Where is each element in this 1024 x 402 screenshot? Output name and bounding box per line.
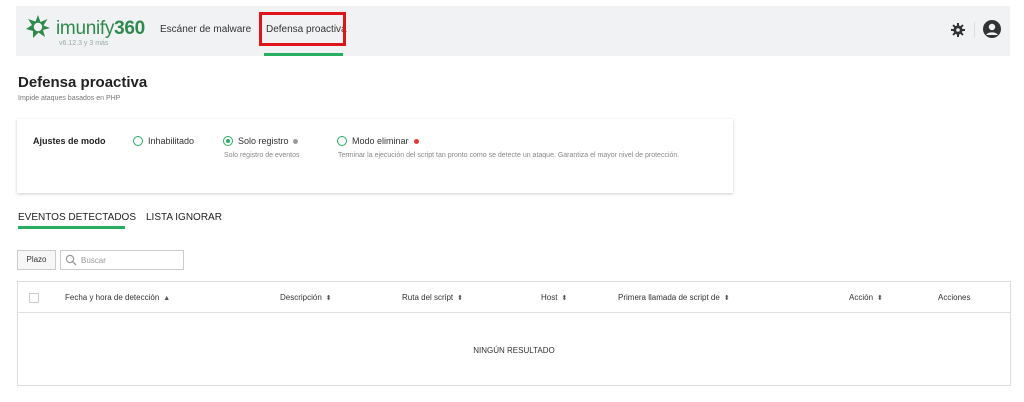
gear-icon[interactable] [951, 23, 965, 37]
status-dot-red [414, 139, 419, 144]
period-button[interactable]: Plazo [17, 250, 56, 270]
option-log-only-label[interactable]: Solo registro [238, 136, 289, 146]
nav-active-indicator [264, 53, 343, 56]
status-dot-grey [293, 139, 298, 144]
search-input[interactable]: Buscar [60, 250, 184, 270]
search-placeholder: Buscar [81, 256, 106, 265]
column-action[interactable]: Acción ⬍ [849, 293, 883, 302]
top-header: imunify360 v6.12.3 y 3 más Escáner de ma… [16, 6, 1010, 56]
option-kill-mode-description: Terminar la ejecución del script tan pro… [338, 152, 680, 159]
option-kill-mode-label[interactable]: Modo eliminar [352, 136, 409, 146]
events-table: Fecha y hora de detección ▲ Descripción ⬍ … [17, 281, 1011, 386]
header-divider [974, 22, 975, 38]
tab-active-indicator [18, 226, 125, 229]
brand-name: imunify360 [56, 18, 145, 39]
column-host[interactable]: Host ⬍ [541, 293, 567, 302]
highlight-annotation [259, 12, 346, 46]
nav-malware-scanner[interactable]: Escáner de malware [160, 24, 251, 35]
column-description[interactable]: Descripción ⬍ [280, 293, 332, 302]
tab-ignore-list[interactable]: LISTA IGNORAR [146, 212, 222, 223]
radio-disabled[interactable] [133, 136, 143, 146]
select-all-checkbox[interactable] [29, 293, 39, 303]
mode-settings-card: Ajustes de modo Inhabilitado Solo regist… [17, 119, 733, 193]
option-log-only-description: Solo registro de eventos [224, 152, 300, 159]
empty-state-text: NINGÚN RESULTADO [473, 346, 555, 355]
sort-icon: ⬍ [457, 295, 464, 302]
search-icon [65, 254, 77, 266]
radio-log-only[interactable] [223, 136, 233, 146]
version-text: v6.12.3 y 3 más [59, 40, 109, 47]
column-first-script-call[interactable]: Primera llamada de script de ⬍ [618, 293, 730, 302]
radio-kill-mode[interactable] [337, 136, 347, 146]
column-script-path[interactable]: Ruta del script ⬍ [402, 293, 463, 302]
page-title: Defensa proactiva [18, 74, 148, 91]
sort-asc-icon: ▲ [163, 295, 171, 302]
sort-icon: ⬍ [561, 295, 568, 302]
imunify-logo-icon [26, 15, 50, 38]
user-avatar-icon[interactable] [983, 20, 1001, 38]
mode-settings-label: Ajustes de modo [33, 136, 106, 146]
tab-detected-events[interactable]: EVENTOS DETECTADOS [18, 212, 136, 223]
sort-icon: ⬍ [723, 295, 730, 302]
column-actions: Acciones [938, 293, 971, 302]
table-header: Fecha y hora de detección ▲ Descripción ⬍ … [18, 282, 1010, 313]
sort-icon: ⬍ [325, 295, 332, 302]
option-disabled-label[interactable]: Inhabilitado [148, 136, 194, 146]
page-subtitle: Impide ataques basados en PHP [18, 95, 121, 102]
column-detection-time[interactable]: Fecha y hora de detección ▲ [65, 293, 170, 302]
sort-icon: ⬍ [877, 295, 883, 302]
